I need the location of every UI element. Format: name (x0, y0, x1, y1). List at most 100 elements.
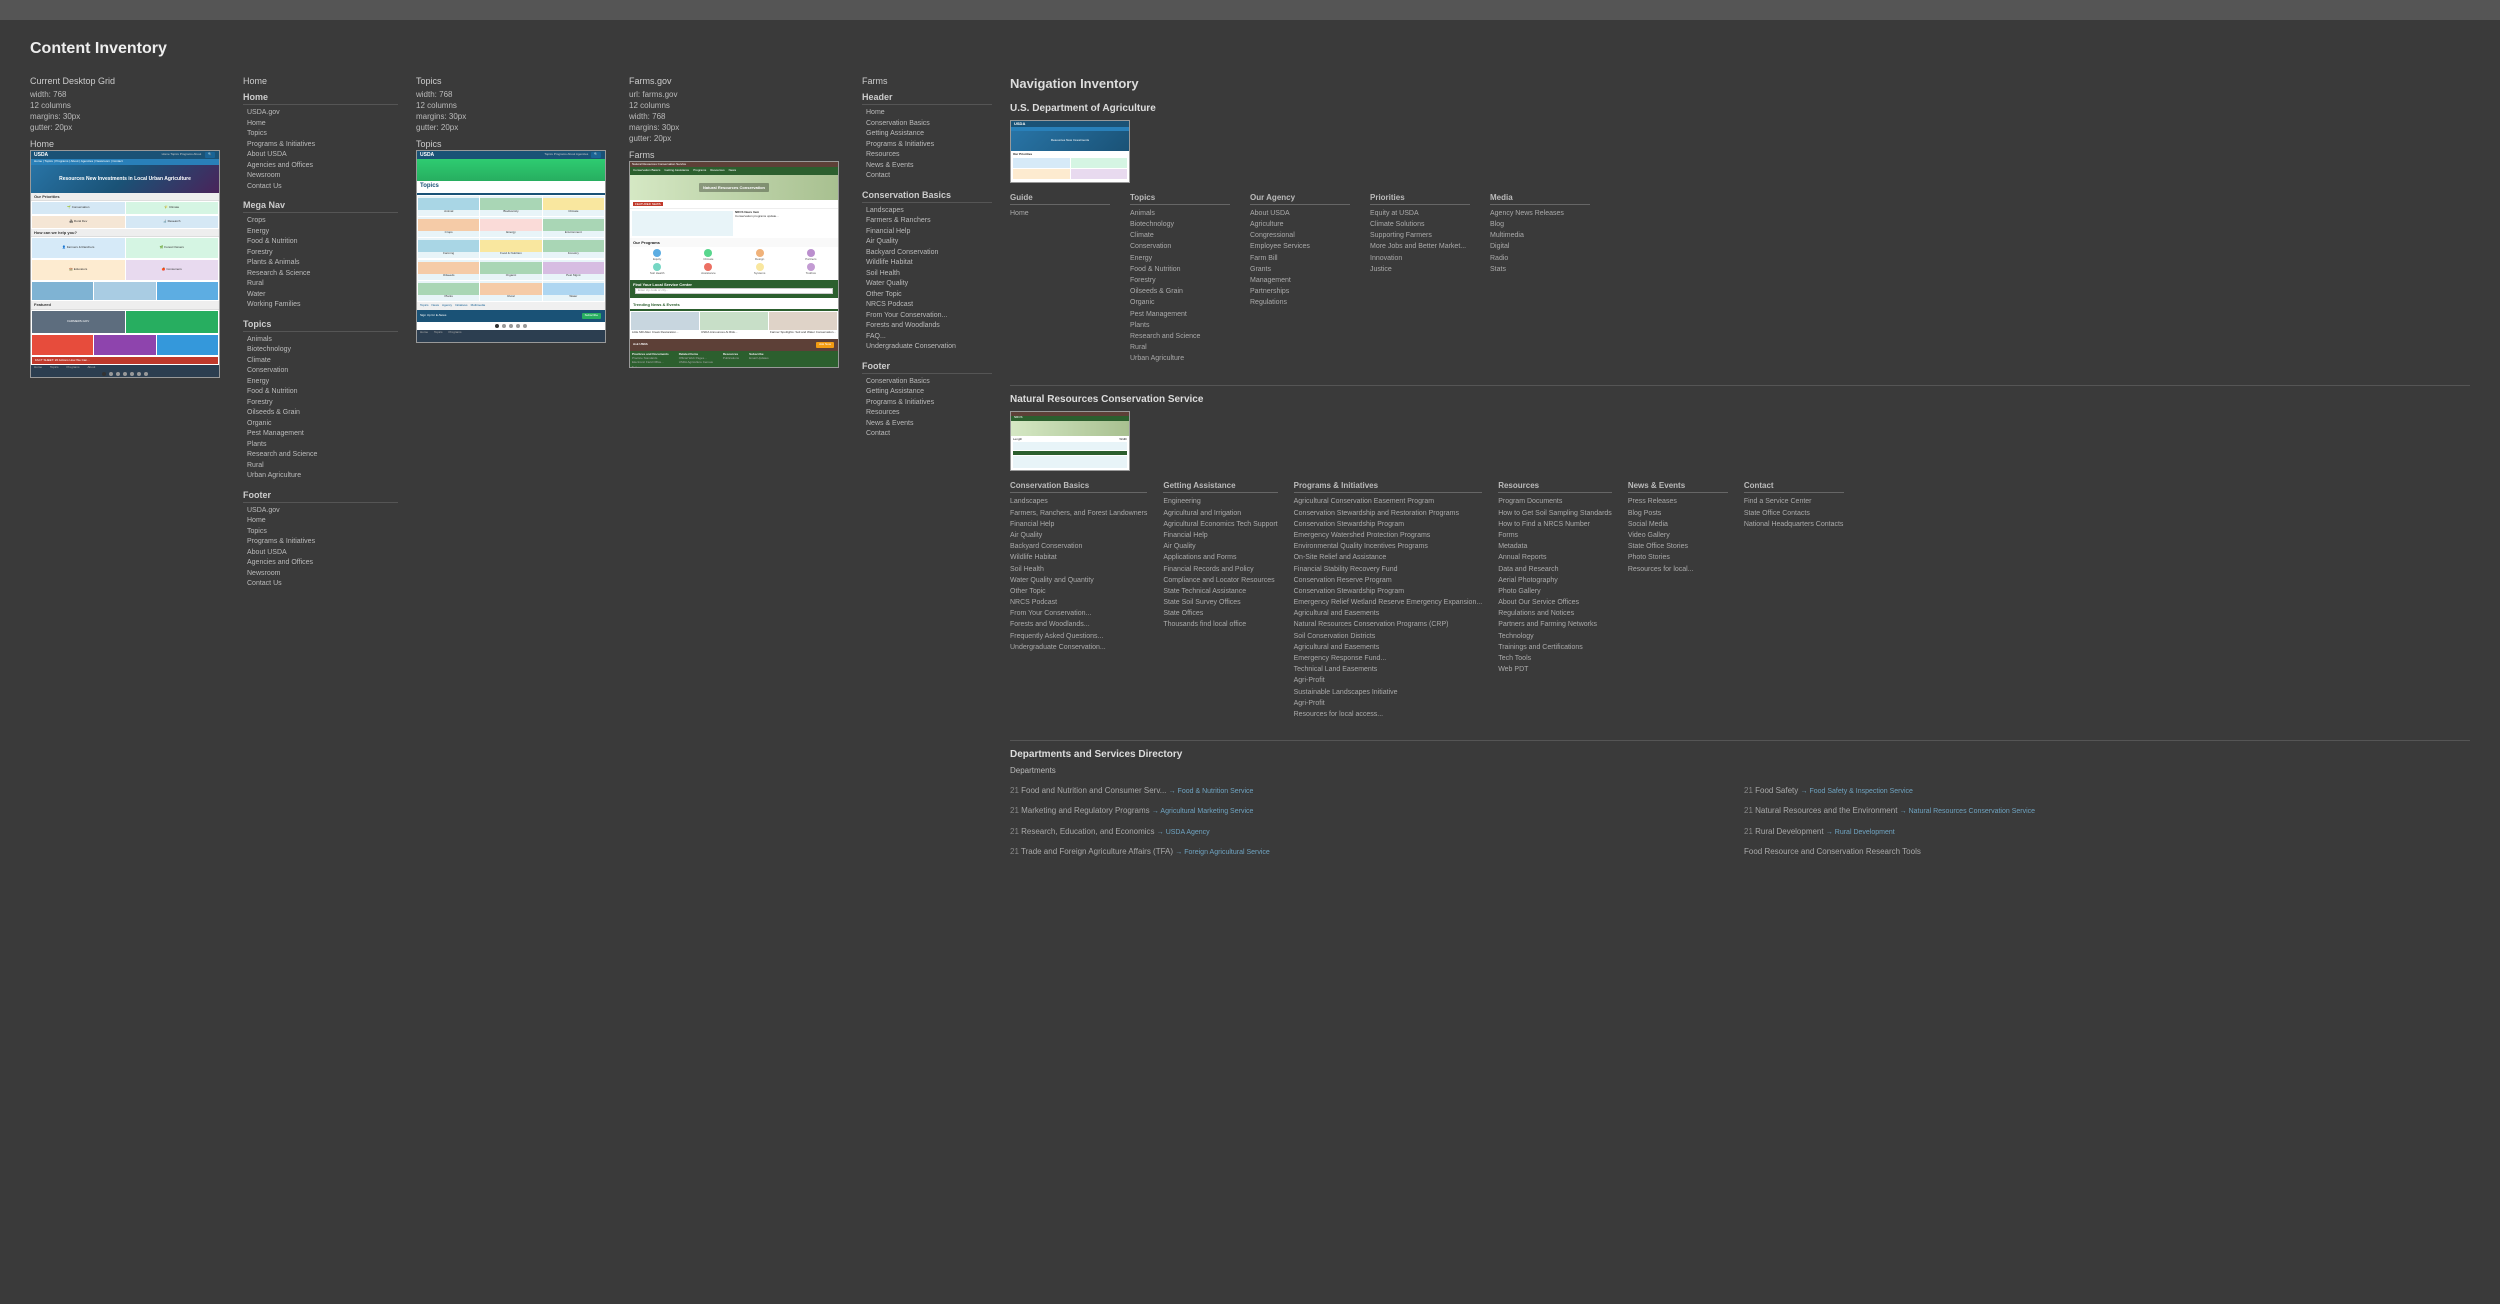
nav-con-from: From Your Conservation... (1010, 608, 1147, 619)
col3-header: Topics (416, 76, 611, 86)
nav-contact-national: National Headquarters Contacts (1744, 519, 1844, 530)
nav-topics-oilseed: Oilseeds & Grain (1130, 286, 1230, 297)
nav-res-annual: Annual Reports (1498, 552, 1612, 563)
trending-img-1 (631, 312, 699, 330)
nav-prog-csr: Conservation Stewardship and Restoration… (1294, 508, 1483, 519)
nav-nrcs-col-news: News & Events Press Releases Blog Posts … (1628, 481, 1728, 720)
nav-guide-home: Home (1010, 208, 1110, 219)
sub-multimedia: Multimedia (471, 304, 486, 308)
col5-header-group: Header Home Conservation Basics Getting … (862, 92, 992, 182)
mini-nrcs-footer: Practices and Documents Practice Standar… (630, 351, 838, 367)
col3-meta-width: width: 768 (416, 90, 611, 99)
trending-item-2: USDA Announces At Risk... (700, 312, 768, 336)
nav-priority-justice: Justice (1370, 264, 1470, 275)
dot-3 (116, 372, 120, 376)
nav-asst-state: State Offices (1163, 608, 1277, 619)
col4-meta-gutter: gutter: 20px (629, 134, 844, 143)
mini-help-1: 👤 Farmers & Ranchers (32, 238, 125, 258)
nav-agency-congressional: Congressional (1250, 230, 1350, 241)
nav-topics-animals: Animals (1130, 208, 1230, 219)
col-nrcs: Farms.gov url: farms.gov 12 columns widt… (629, 76, 844, 368)
nav-agency-partnerships: Partnerships (1250, 286, 1350, 297)
main-canvas: Content Inventory Current Desktop Grid w… (0, 20, 2500, 898)
col5-conservation-group: Conservation Basics Landscapes Farmers &… (862, 190, 992, 353)
topic-label-biodiv: Biodiversity (503, 210, 518, 214)
nav-res-training: Trainings and Certifications (1498, 642, 1612, 653)
mini-alert-banner: FACT SHEET: 20 Actions How We Can... (32, 357, 218, 365)
mini-topics-subnav: Topics News Agency Initiatives Multimedi… (417, 302, 605, 310)
nav-usda-mini-body: Our Priorities (1011, 151, 1129, 182)
nav-priority-equity: Equity at USDA (1370, 208, 1470, 219)
icon-design: Design (735, 249, 785, 262)
mini-img-2 (94, 282, 155, 300)
nav-usda-mini-screenshot: USDA Resources New Investments Our Prior… (1010, 120, 1130, 183)
mini-topic-pest: Pest Mgmt (543, 260, 604, 280)
mini-img-3 (157, 282, 218, 300)
nav-news-photo: Photo Stories (1628, 552, 1728, 563)
topic-label-organic: Organic (506, 274, 517, 278)
col2-groups: Home USDA.gov Home Topics Programs & Ini… (243, 92, 398, 590)
nav-asst-forms: Applications and Forms (1163, 552, 1277, 563)
nav-nrcs-col-conservation: Conservation Basics Landscapes Farmers, … (1010, 481, 1147, 720)
col2-home-group: Home USDA.gov Home Topics Programs & Ini… (243, 92, 398, 192)
nav-news-social: Social Media (1628, 519, 1728, 530)
mini-img-1 (32, 282, 93, 300)
nav-res-data: Data and Research (1498, 564, 1612, 575)
nav-usda-col-guide: Guide Home (1010, 193, 1110, 365)
col2-meganav-item-2: Food & Nutrition (243, 237, 398, 248)
assist-circle (704, 263, 712, 271)
nav-assistance-header: Getting Assistance (1163, 481, 1277, 493)
mini-nrcs-hero: Natural Resources Conservation (630, 175, 838, 200)
nav-asst-agirrig: Agricultural and Irrigation (1163, 508, 1277, 519)
mini-topic-food: Food & Nutrition (480, 238, 541, 258)
mini-topics-footer: Home Topics Programs (417, 330, 605, 342)
mini-topic-animal: Animal (418, 196, 479, 216)
nrcs-facebook: f (632, 366, 633, 368)
partners-circle (807, 249, 815, 257)
nav-prog-eqip: Environmental Quality Incentives Program… (1294, 541, 1483, 552)
nav-asst-soil: State Soil Survey Offices (1163, 597, 1277, 608)
dot-7 (144, 372, 148, 376)
dot-4 (123, 372, 127, 376)
col1-header: Current Desktop Grid (30, 76, 225, 86)
mini-featured-3 (32, 335, 93, 355)
nav-topics-research: Research and Science (1130, 331, 1230, 342)
topic-label-farm: Farming (443, 252, 454, 256)
nav-asst-thousands: Thousands find local office (1163, 619, 1277, 630)
nav-guide-header: Guide (1010, 193, 1110, 205)
dept-item-rural: 21 Rural Development → Rural Development (1744, 826, 2470, 838)
mini-service-search[interactable]: Enter zip code or city... (635, 288, 833, 294)
mini-secondary-nav-text: Home | Topics | Programs | About | Agenc… (34, 160, 123, 164)
nav-nrcs-col-resources: Resources Program Documents How to Get S… (1498, 481, 1612, 720)
nav-programs: Programs (693, 169, 706, 173)
nav-news-state: State Office Stories (1628, 541, 1728, 552)
mini-topic-forest: Forestry (543, 238, 604, 258)
nav-con-faq: Frequently Asked Questions... (1010, 631, 1147, 642)
nav-usda-mini-hero: Resources New Investments (1011, 131, 1129, 151)
dept-item-tfa: 21 Trade and Foreign Agriculture Affairs… (1010, 846, 1736, 858)
col2-meganav-header: Mega Nav (243, 200, 398, 213)
nav-prog-erf: Emergency Response Fund... (1294, 653, 1483, 664)
mini-nav-items: Home Topics Programs About (162, 153, 202, 157)
col1-section-label: Home (30, 138, 225, 150)
nav-topics-energy: Energy (1130, 253, 1230, 264)
dot-1 (102, 372, 106, 376)
nav-prog-agri2: Agri-Profit (1294, 698, 1483, 709)
dept-link-rural: → Rural Development (1826, 829, 1895, 836)
nrcs-social-icons: f t ▶ (632, 366, 836, 368)
nav-topics-header: Topics (1130, 193, 1230, 205)
mini-help-2: 🌿 Forest Owners (126, 238, 219, 258)
trending-text-1: Little Mill Allen Creek Restoration... (631, 330, 699, 336)
nav-assistance: Getting Assistance (664, 169, 689, 173)
col2-home-item-3: Programs & Initiatives (243, 140, 398, 151)
nav-nrcs-columns: Conservation Basics Landscapes Farmers, … (1010, 481, 2470, 720)
col5-header: Farms (862, 76, 992, 86)
trending-img-3 (769, 312, 837, 330)
nrcs-footer-col-2: Related Items Official Web Pages... USDA… (679, 353, 713, 365)
icon-partners: Partners (786, 249, 836, 262)
dept-section-divider (1010, 740, 2470, 741)
nav-section-usda: U.S. Department of Agriculture USDA Reso… (1010, 103, 2470, 365)
dept-item-food-resource: Food Resource and Conservation Research … (1744, 846, 2470, 858)
col1-meta-margins: margins: 30px (30, 112, 225, 121)
dept-item-nrcs-dept: 21 Natural Resources and the Environment… (1744, 805, 2470, 817)
